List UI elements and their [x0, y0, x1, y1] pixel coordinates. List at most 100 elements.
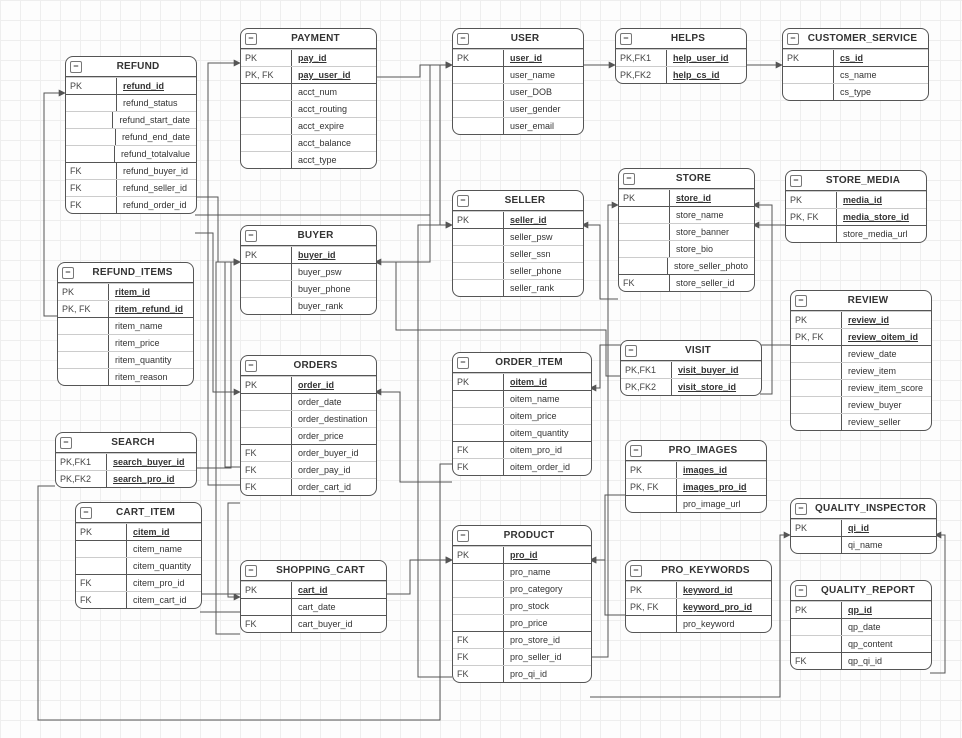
collapse-icon[interactable]: −	[80, 507, 92, 519]
entity-row[interactable]: pro_category	[453, 580, 591, 597]
entity-row[interactable]: citem_quantity	[76, 557, 201, 574]
entity-row[interactable]: PKstore_id	[619, 189, 754, 206]
entity-header[interactable]: −SEARCH	[56, 433, 196, 453]
entity-row[interactable]: order_price	[241, 427, 376, 444]
collapse-icon[interactable]: −	[457, 530, 469, 542]
entity-user[interactable]: −USERPKuser_iduser_nameuser_DOBuser_gend…	[452, 28, 584, 135]
entity-row[interactable]: PKuser_id	[453, 49, 583, 66]
entity-order_item[interactable]: −ORDER_ITEMPKoitem_idoitem_nameoitem_pri…	[452, 352, 592, 476]
entity-pro_keywords[interactable]: −PRO_KEYWORDSPKkeyword_idPK, FKkeyword_p…	[625, 560, 772, 633]
collapse-icon[interactable]: −	[795, 585, 807, 597]
entity-header[interactable]: −CUSTOMER_SERVICE	[783, 29, 928, 49]
entity-row[interactable]: FKoitem_pro_id	[453, 441, 591, 458]
entity-row[interactable]: FKcitem_pro_id	[76, 574, 201, 591]
collapse-icon[interactable]: −	[787, 33, 799, 45]
entity-row[interactable]: FKqp_qi_id	[791, 652, 931, 669]
entity-row[interactable]: user_email	[453, 117, 583, 134]
entity-store[interactable]: −STOREPKstore_idstore_namestore_bannerst…	[618, 168, 755, 292]
entity-header[interactable]: −ORDERS	[241, 356, 376, 376]
collapse-icon[interactable]: −	[630, 565, 642, 577]
entity-header[interactable]: −QUALITY_REPORT	[791, 581, 931, 601]
entity-row[interactable]: acct_routing	[241, 100, 376, 117]
collapse-icon[interactable]: −	[245, 565, 257, 577]
entity-row[interactable]: PKpro_id	[453, 546, 591, 563]
entity-row[interactable]: buyer_phone	[241, 280, 376, 297]
entity-row[interactable]: PKmedia_id	[786, 191, 926, 208]
entity-row[interactable]: FKpro_store_id	[453, 631, 591, 648]
collapse-icon[interactable]: −	[457, 195, 469, 207]
entity-buyer[interactable]: −BUYERPKbuyer_idbuyer_pswbuyer_phonebuye…	[240, 225, 377, 315]
entity-row[interactable]: PKritem_id	[58, 283, 193, 300]
entity-row[interactable]: oitem_price	[453, 407, 591, 424]
entity-row[interactable]: review_item	[791, 362, 931, 379]
entity-row[interactable]: FKoitem_order_id	[453, 458, 591, 475]
entity-row[interactable]: FKrefund_order_id	[66, 196, 196, 213]
entity-row[interactable]: PK, FKmedia_store_id	[786, 208, 926, 225]
entity-header[interactable]: −PRODUCT	[453, 526, 591, 546]
entity-orders[interactable]: −ORDERSPKorder_idorder_dateorder_destina…	[240, 355, 377, 496]
entity-row[interactable]: pro_stock	[453, 597, 591, 614]
entity-row[interactable]: pro_keyword	[626, 615, 771, 632]
collapse-icon[interactable]: −	[245, 230, 257, 242]
entity-row[interactable]: PKqi_id	[791, 519, 936, 536]
entity-row[interactable]: qp_content	[791, 635, 931, 652]
entity-cart_item[interactable]: −CART_ITEMPKcitem_idcitem_namecitem_quan…	[75, 502, 202, 609]
entity-refund[interactable]: −REFUNDPKrefund_idrefund_statusrefund_st…	[65, 56, 197, 214]
entity-row[interactable]: PK,FK1visit_buyer_id	[621, 361, 761, 378]
entity-row[interactable]: PK, FKreview_oitem_id	[791, 328, 931, 345]
entity-row[interactable]: PKoitem_id	[453, 373, 591, 390]
collapse-icon[interactable]: −	[623, 173, 635, 185]
entity-row[interactable]: PK, FKpay_user_id	[241, 66, 376, 83]
entity-row[interactable]: ritem_price	[58, 334, 193, 351]
collapse-icon[interactable]: −	[630, 445, 642, 457]
entity-row[interactable]: PK,FK2visit_store_id	[621, 378, 761, 395]
entity-row[interactable]: buyer_psw	[241, 263, 376, 280]
entity-row[interactable]: store_seller_photo	[619, 257, 754, 274]
entity-row[interactable]: PKkeyword_id	[626, 581, 771, 598]
entity-quality_inspector[interactable]: −QUALITY_INSPECTORPKqi_idqi_name	[790, 498, 937, 554]
entity-row[interactable]: PKbuyer_id	[241, 246, 376, 263]
collapse-icon[interactable]: −	[457, 357, 469, 369]
entity-row[interactable]: pro_name	[453, 563, 591, 580]
entity-row[interactable]: FKpro_qi_id	[453, 665, 591, 682]
entity-header[interactable]: −STORE_MEDIA	[786, 171, 926, 191]
entity-row[interactable]: citem_name	[76, 540, 201, 557]
entity-row[interactable]: qp_date	[791, 618, 931, 635]
entity-row[interactable]: acct_type	[241, 151, 376, 168]
entity-row[interactable]: review_buyer	[791, 396, 931, 413]
entity-row[interactable]: seller_rank	[453, 279, 583, 296]
entity-row[interactable]: pro_image_url	[626, 495, 766, 512]
entity-row[interactable]: FKcart_buyer_id	[241, 615, 386, 632]
entity-row[interactable]: store_name	[619, 206, 754, 223]
entity-row[interactable]: PKreview_id	[791, 311, 931, 328]
entity-row[interactable]: ritem_reason	[58, 368, 193, 385]
entity-row[interactable]: qi_name	[791, 536, 936, 553]
entity-row[interactable]: FKpro_seller_id	[453, 648, 591, 665]
entity-header[interactable]: −VISIT	[621, 341, 761, 361]
entity-row[interactable]: cart_date	[241, 598, 386, 615]
entity-row[interactable]: PK, FKkeyword_pro_id	[626, 598, 771, 615]
entity-row[interactable]: user_DOB	[453, 83, 583, 100]
entity-row[interactable]: cs_type	[783, 83, 928, 100]
entity-seller[interactable]: −SELLERPKseller_idseller_pswseller_ssnse…	[452, 190, 584, 297]
entity-header[interactable]: −STORE	[619, 169, 754, 189]
collapse-icon[interactable]: −	[70, 61, 82, 73]
entity-row[interactable]: PK, FKritem_refund_id	[58, 300, 193, 317]
entity-row[interactable]: FKstore_seller_id	[619, 274, 754, 291]
collapse-icon[interactable]: −	[457, 33, 469, 45]
entity-row[interactable]: PKcart_id	[241, 581, 386, 598]
entity-header[interactable]: −REVIEW	[791, 291, 931, 311]
entity-header[interactable]: −QUALITY_INSPECTOR	[791, 499, 936, 519]
entity-row[interactable]: PK, FKimages_pro_id	[626, 478, 766, 495]
entity-row[interactable]: refund_end_date	[66, 128, 196, 145]
entity-row[interactable]: PKqp_id	[791, 601, 931, 618]
entity-row[interactable]: oitem_quantity	[453, 424, 591, 441]
collapse-icon[interactable]: −	[790, 175, 802, 187]
entity-row[interactable]: acct_balance	[241, 134, 376, 151]
entity-header[interactable]: −ORDER_ITEM	[453, 353, 591, 373]
entity-customer_service[interactable]: −CUSTOMER_SERVICEPKcs_idcs_namecs_type	[782, 28, 929, 101]
entity-header[interactable]: −REFUND	[66, 57, 196, 77]
entity-row[interactable]: PKcs_id	[783, 49, 928, 66]
entity-row[interactable]: FKorder_pay_id	[241, 461, 376, 478]
entity-row[interactable]: buyer_rank	[241, 297, 376, 314]
